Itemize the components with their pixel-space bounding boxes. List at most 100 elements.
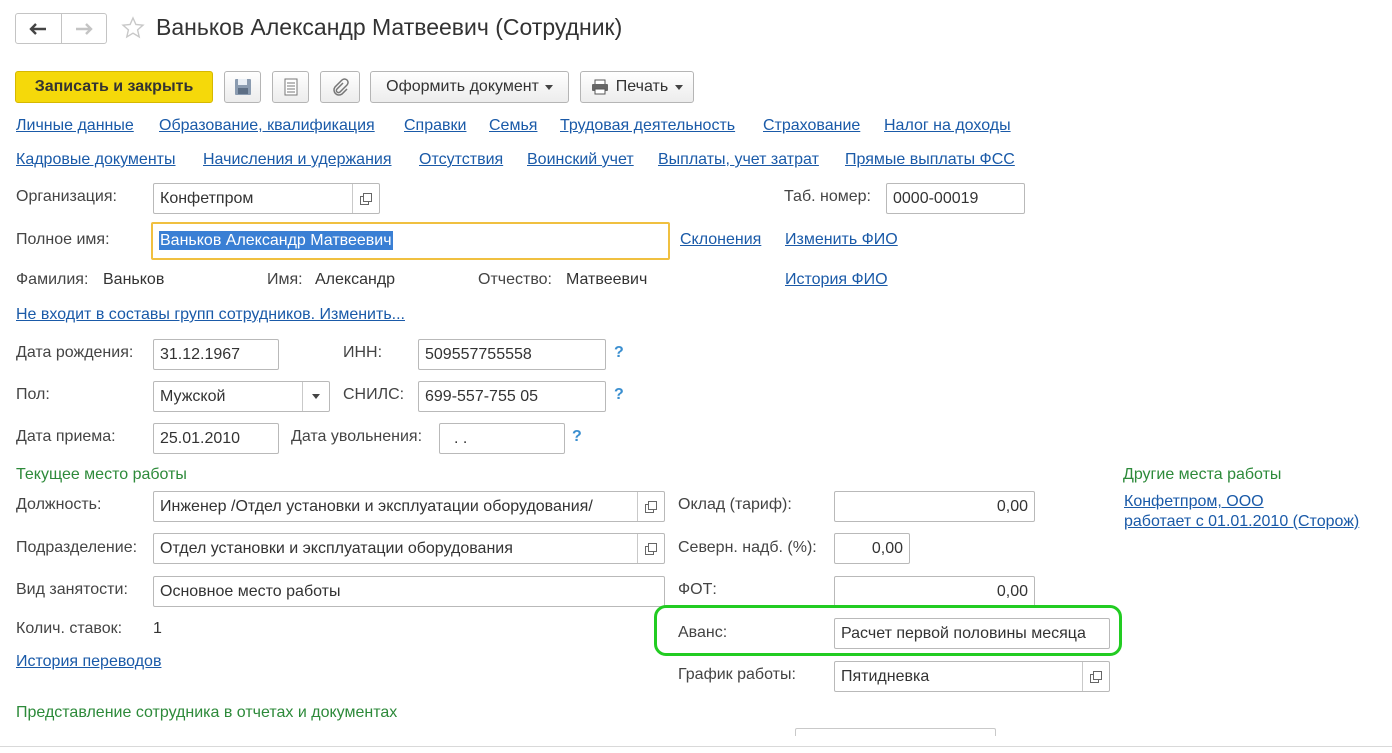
open-schedule-button[interactable]	[1082, 662, 1109, 691]
surname-label: Фамилия:	[16, 271, 89, 288]
birth-date-field[interactable]: 31.12.1967	[153, 339, 279, 370]
open-form-icon	[360, 192, 372, 205]
organization-label: Организация:	[16, 188, 117, 205]
print-button[interactable]: Печать	[580, 71, 694, 103]
tab-absences[interactable]: Отсутствия	[419, 151, 503, 169]
advance-field[interactable]: Расчет первой половины месяца	[834, 618, 1110, 649]
schedule-value: Пятидневка	[841, 668, 930, 685]
history-fio-link[interactable]: История ФИО	[785, 271, 888, 289]
inn-help-icon[interactable]: ?	[614, 344, 624, 362]
printer-icon	[591, 79, 608, 95]
partial-field-edge	[795, 728, 996, 736]
hire-date-field[interactable]: 25.01.2010	[153, 423, 279, 454]
employment-label: Вид занятости:	[16, 581, 128, 598]
gender-label: Пол:	[16, 386, 50, 403]
bottom-divider	[0, 746, 1392, 747]
tab-certificates[interactable]: Справки	[404, 117, 466, 135]
other-work-since-link[interactable]: работает с 01.01.2010 (Сторож)	[1124, 513, 1359, 531]
current-work-title: Текущее место работы	[16, 466, 187, 483]
organization-value: Конфетпром	[160, 190, 254, 207]
surname-value: Ваньков	[103, 271, 165, 288]
open-position-button[interactable]	[637, 492, 664, 521]
hire-date-label: Дата приема:	[16, 428, 116, 445]
tab-accruals[interactable]: Начисления и удержания	[203, 151, 392, 169]
change-fio-link[interactable]: Изменить ФИО	[785, 231, 898, 249]
tab-labor-activity[interactable]: Трудовая деятельность	[560, 117, 735, 135]
save-button[interactable]	[224, 71, 261, 103]
name-label: Имя:	[267, 271, 303, 288]
tab-insurance[interactable]: Страхование	[763, 117, 860, 135]
rates-label: Колич. ставок:	[16, 620, 123, 637]
north-bonus-field[interactable]: 0,00	[834, 533, 910, 564]
floppy-disk-icon	[234, 79, 251, 95]
inn-label: ИНН:	[343, 344, 383, 361]
tab-fss-payments[interactable]: Прямые выплаты ФСС	[845, 151, 1015, 169]
transfer-history-link[interactable]: История переводов	[16, 653, 161, 671]
print-label: Печать	[615, 78, 669, 95]
tab-personal-data[interactable]: Личные данные	[16, 117, 134, 135]
advance-label: Аванс:	[678, 624, 728, 641]
snils-help-icon[interactable]: ?	[614, 386, 624, 404]
snils-field[interactable]: 699-557-755 05	[418, 381, 606, 412]
tab-number-field[interactable]: 0000-00019	[886, 183, 1025, 214]
open-form-icon	[1090, 670, 1102, 683]
gender-select[interactable]: Мужской	[153, 381, 330, 412]
groups-link[interactable]: Не входит в составы групп сотрудников. И…	[16, 306, 405, 324]
tab-number-label: Таб. номер:	[784, 188, 871, 205]
document-list-icon	[284, 78, 297, 96]
position-label: Должность:	[16, 496, 102, 513]
paperclip-icon	[333, 78, 349, 96]
rates-value: 1	[153, 620, 162, 637]
oformit-document-button[interactable]: Оформить документ	[370, 71, 569, 103]
open-department-button[interactable]	[637, 534, 664, 563]
full-name-input[interactable]: Ваньков Александр Матвеевич	[151, 222, 670, 260]
nav-back-forward	[15, 13, 107, 44]
other-work-title: Другие места работы	[1123, 466, 1282, 483]
open-organization-button[interactable]	[352, 184, 379, 213]
gender-dropdown-button[interactable]	[302, 382, 329, 411]
other-work-org-link[interactable]: Конфетпром, ООО	[1124, 493, 1264, 511]
department-value: Отдел установки и эксплуатации оборудова…	[160, 540, 513, 557]
tab-education[interactable]: Образование, квалификация	[159, 117, 375, 135]
position-field[interactable]: Инженер /Отдел установки и эксплуатации …	[153, 491, 665, 522]
back-button[interactable]	[16, 14, 62, 43]
open-form-icon	[645, 542, 657, 555]
schedule-field[interactable]: Пятидневка	[834, 661, 1110, 692]
dismissal-help-icon[interactable]: ?	[572, 428, 582, 446]
organization-field[interactable]: Конфетпром	[153, 183, 380, 214]
fot-label: ФОТ:	[678, 581, 717, 598]
forward-button[interactable]	[62, 14, 107, 43]
full-name-label: Полное имя:	[16, 231, 110, 248]
tab-hr-documents[interactable]: Кадровые документы	[16, 151, 176, 169]
dropdown-arrow-icon	[544, 84, 553, 90]
declensions-link[interactable]: Склонения	[680, 231, 761, 249]
inn-field[interactable]: 509557755558	[418, 339, 606, 370]
window-title: Ваньков Александр Матвеевич (Сотрудник)	[156, 14, 623, 40]
name-value: Александр	[315, 271, 396, 288]
tab-family[interactable]: Семья	[489, 117, 537, 135]
gender-value: Мужской	[160, 388, 226, 405]
attach-button[interactable]	[320, 71, 360, 103]
department-label: Подразделение:	[16, 539, 138, 556]
tab-military[interactable]: Воинский учет	[527, 151, 634, 169]
dismissal-date-label: Дата увольнения:	[291, 428, 423, 445]
full-name-value: Ваньков Александр Матвеевич	[159, 231, 393, 250]
tab-payments[interactable]: Выплаты, учет затрат	[658, 151, 819, 169]
salary-label: Оклад (тариф):	[678, 496, 792, 513]
oformit-label: Оформить документ	[386, 78, 539, 95]
patronymic-value: Матвеевич	[566, 271, 648, 288]
north-bonus-label: Северн. надб. (%):	[678, 539, 817, 556]
birth-date-label: Дата рождения:	[16, 344, 134, 361]
salary-field[interactable]: 0,00	[834, 491, 1035, 522]
favorite-star-icon[interactable]	[121, 16, 145, 45]
employment-field[interactable]: Основное место работы	[153, 576, 665, 607]
schedule-label: График работы:	[678, 666, 796, 683]
dropdown-arrow-icon	[675, 84, 684, 90]
dismissal-date-field[interactable]: . .	[439, 423, 565, 454]
tab-income-tax[interactable]: Налог на доходы	[884, 117, 1011, 135]
department-field[interactable]: Отдел установки и эксплуатации оборудова…	[153, 533, 665, 564]
representation-title: Представление сотрудника в отчетах и док…	[16, 704, 398, 721]
save-and-close-button[interactable]: Записать и закрыть	[15, 71, 213, 103]
list-button[interactable]	[272, 71, 309, 103]
fot-field[interactable]: 0,00	[834, 576, 1035, 607]
